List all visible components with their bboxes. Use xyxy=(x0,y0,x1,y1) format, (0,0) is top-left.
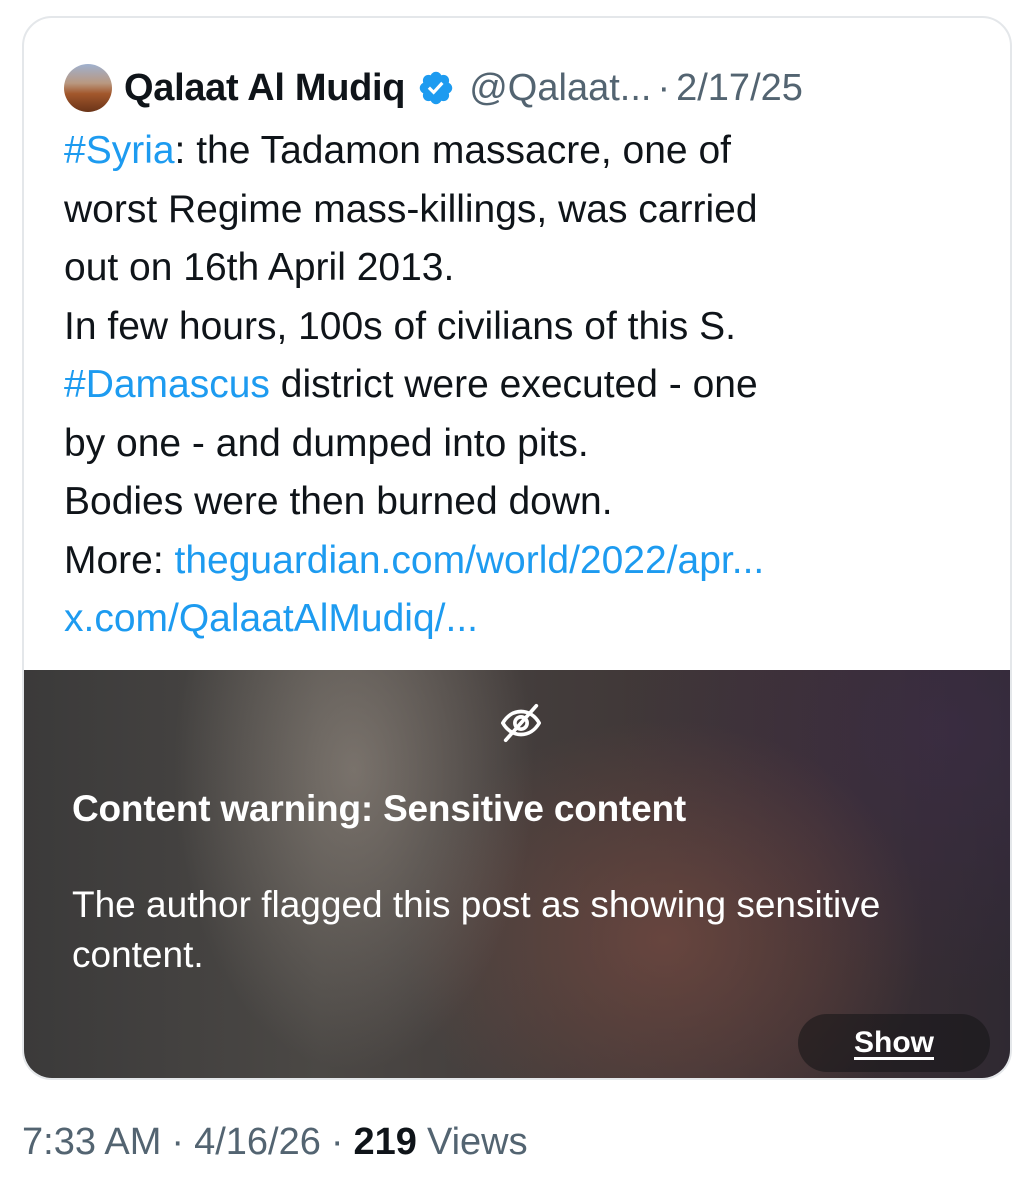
views-label[interactable]: Views xyxy=(427,1121,528,1164)
post-line: More: theguardian.com/world/2022/apr... xyxy=(64,532,994,591)
post-metadata: 7:33 AM · 4/16/26 · 219 Views xyxy=(22,1112,528,1172)
guardian-link[interactable]: theguardian.com/world/2022/apr... xyxy=(175,539,765,582)
content-warning-description: The author flagged this post as showing … xyxy=(72,884,881,975)
quoted-post-header: Qalaat Al Mudiq @Qalaat... · 2/17/25 xyxy=(64,58,986,118)
header-separator: · xyxy=(657,66,671,109)
show-sensitive-content-button[interactable]: Show xyxy=(798,1014,990,1072)
views-count[interactable]: 219 xyxy=(354,1121,417,1164)
post-date[interactable]: 4/16/26 xyxy=(194,1121,321,1164)
post-text-fragment: district were executed - one xyxy=(269,363,758,406)
eye-slash-icon xyxy=(500,703,542,743)
post-line: worst Regime mass-killings, was carried xyxy=(64,187,758,231)
post-line: by one - and dumped into pits. xyxy=(64,421,589,465)
post-line: #Syria: the Tadamon massacre, one of xyxy=(64,122,994,181)
author-avatar[interactable] xyxy=(64,64,112,112)
content-warning-title: Content warning: Sensitive content xyxy=(72,788,687,829)
more-label: More: xyxy=(64,538,175,582)
quoted-post-card[interactable]: Qalaat Al Mudiq @Qalaat... · 2/17/25 #Sy… xyxy=(22,16,1012,1080)
author-name[interactable]: Qalaat Al Mudiq xyxy=(124,67,406,110)
meta-separator: · xyxy=(330,1120,344,1163)
verified-badge-icon xyxy=(420,71,453,105)
x-post-link[interactable]: x.com/QalaatAlMudiq/... xyxy=(64,597,478,640)
hashtag-link[interactable]: #Syria xyxy=(64,129,175,172)
post-line: out on 16th April 2013. xyxy=(64,246,455,289)
meta-separator: · xyxy=(171,1120,185,1163)
quoted-post-text: #Syria: the Tadamon massacre, one of wor… xyxy=(64,122,994,649)
post-time[interactable]: 7:33 AM xyxy=(22,1121,161,1164)
author-handle[interactable]: @Qalaat... xyxy=(469,67,651,110)
post-line: x.com/QalaatAlMudiq/... xyxy=(64,590,994,649)
hashtag-link[interactable]: #Damascus xyxy=(64,363,270,406)
post-line: #Damascus district were executed - one xyxy=(64,356,994,415)
quoted-post-date[interactable]: 2/17/25 xyxy=(676,67,803,110)
post-line: In few hours, 100s of civilians of this … xyxy=(64,304,736,348)
post-text-fragment: : the Tadamon massacre, one of xyxy=(174,129,731,172)
sensitive-media-overlay[interactable]: Content warning: Sensitive content The a… xyxy=(24,670,1010,1078)
post-line: Bodies were then burned down. xyxy=(64,480,613,523)
